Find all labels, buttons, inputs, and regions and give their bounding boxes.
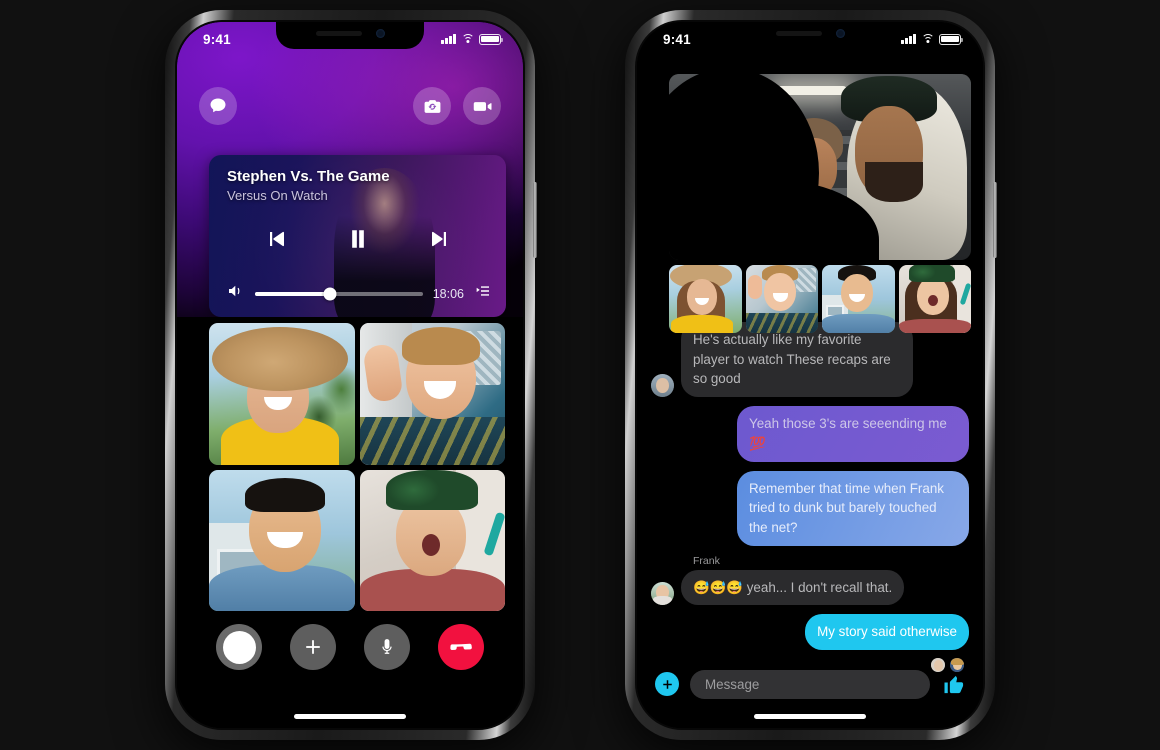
media-subtitle: Versus On Watch <box>227 188 328 203</box>
power-button[interactable] <box>993 182 997 258</box>
status-indicators <box>901 33 963 45</box>
volume-slider-thumb[interactable] <box>323 287 337 300</box>
earpiece-speaker <box>315 31 362 36</box>
left-phone-notch <box>276 22 424 49</box>
left-phone-device: 9:41 Stephen Vs. The Game Versus On Watc… <box>165 10 537 740</box>
call-header-actions <box>413 87 501 125</box>
chat-bubble-icon[interactable] <box>199 87 237 125</box>
volume-slider-fill <box>255 291 331 296</box>
call-control-bar <box>177 624 523 670</box>
plus-circle-icon[interactable] <box>655 672 679 696</box>
avatar[interactable] <box>651 374 674 398</box>
shutter-icon[interactable] <box>216 624 262 670</box>
volume-up-icon[interactable] <box>225 282 245 305</box>
avatar[interactable] <box>651 582 674 606</box>
right-phone-screen: 9:41 He's actually like my favorite play… <box>637 22 983 728</box>
cellular-bars-icon <box>441 34 456 44</box>
home-indicator[interactable] <box>294 714 406 719</box>
video-thumbnail[interactable] <box>822 265 895 333</box>
volume-slider[interactable] <box>255 287 423 300</box>
plus-icon[interactable] <box>290 624 336 670</box>
left-phone-body: 9:41 Stephen Vs. The Game Versus On Watc… <box>175 20 525 730</box>
message-row: My story said otherwise <box>651 614 969 651</box>
messenger-screen: 9:41 He's actually like my favorite play… <box>637 22 983 728</box>
screenshot-stage: 9:41 Stephen Vs. The Game Versus On Watc… <box>0 0 1160 750</box>
participant-tile[interactable] <box>209 469 355 611</box>
message-bubble[interactable]: Yeah those 3's are seeending me 💯 <box>737 406 969 462</box>
home-indicator[interactable] <box>754 714 866 719</box>
skip-next-icon[interactable] <box>428 227 452 256</box>
message-bubble[interactable]: Remember that time when Frank tried to d… <box>737 470 969 546</box>
flip-camera-icon[interactable] <box>413 87 451 125</box>
message-thread[interactable]: He's actually like my favorite player to… <box>637 322 983 674</box>
earpiece-speaker <box>775 31 822 36</box>
front-camera <box>375 29 385 38</box>
video-thumbnail[interactable] <box>745 265 818 333</box>
participant-video-grid <box>209 323 505 611</box>
video-thumbnail[interactable] <box>898 265 971 333</box>
pause-icon[interactable] <box>344 225 372 258</box>
participant-tile[interactable] <box>359 469 505 611</box>
playlist-icon[interactable] <box>474 283 492 304</box>
message-row: Yeah those 3's are seeending me 💯 <box>651 406 969 462</box>
media-player-card[interactable]: Stephen Vs. The Game Versus On Watch 18:… <box>209 155 506 317</box>
status-time: 9:41 <box>203 31 231 47</box>
message-input[interactable]: Message <box>690 669 930 699</box>
message-bubble[interactable]: 😅😅😅 yeah... I don't recall that. <box>681 569 905 606</box>
media-bottom-bar: 18:06 <box>225 282 492 305</box>
message-row: 😅😅😅 yeah... I don't recall that. <box>651 569 969 606</box>
left-phone-screen: 9:41 Stephen Vs. The Game Versus On Watc… <box>177 22 523 728</box>
skip-previous-icon[interactable] <box>264 227 288 256</box>
message-composer: Message <box>637 664 983 704</box>
participant-tile[interactable] <box>209 323 355 465</box>
front-camera <box>835 29 845 38</box>
thumbs-up-icon[interactable] <box>941 673 965 696</box>
microphone-icon[interactable] <box>364 624 410 670</box>
message-bubble[interactable]: He's actually like my favorite player to… <box>681 322 913 398</box>
right-phone-notch <box>736 22 884 49</box>
video-call-screen: 9:41 Stephen Vs. The Game Versus On Watc… <box>177 22 523 728</box>
message-row: He's actually like my favorite player to… <box>651 322 969 398</box>
battery-full-icon <box>939 33 963 45</box>
media-transport-controls <box>209 225 506 258</box>
message-row: Remember that time when Frank tried to d… <box>651 470 969 546</box>
video-thumbnail[interactable] <box>669 265 742 333</box>
main-video-view[interactable] <box>669 74 971 260</box>
right-phone-device: 9:41 He's actually like my favorite play… <box>625 10 997 740</box>
message-sender-name: Frank <box>693 554 720 567</box>
wifi-icon <box>921 34 934 44</box>
hang-up-icon[interactable] <box>438 624 484 670</box>
cellular-bars-icon <box>901 34 916 44</box>
status-time: 9:41 <box>663 31 691 47</box>
video-camera-icon[interactable] <box>463 87 501 125</box>
media-time-remaining: 18:06 <box>432 286 464 301</box>
video-thumbnail-strip <box>669 265 971 333</box>
wifi-icon <box>461 34 474 44</box>
power-button[interactable] <box>533 182 537 258</box>
participant-tile[interactable] <box>359 323 505 465</box>
battery-full-icon <box>479 33 503 45</box>
message-bubble[interactable]: My story said otherwise <box>805 614 969 651</box>
right-phone-body: 9:41 He's actually like my favorite play… <box>635 20 985 730</box>
media-title: Stephen Vs. The Game <box>227 168 390 185</box>
call-header <box>177 82 523 130</box>
status-indicators <box>441 33 503 45</box>
